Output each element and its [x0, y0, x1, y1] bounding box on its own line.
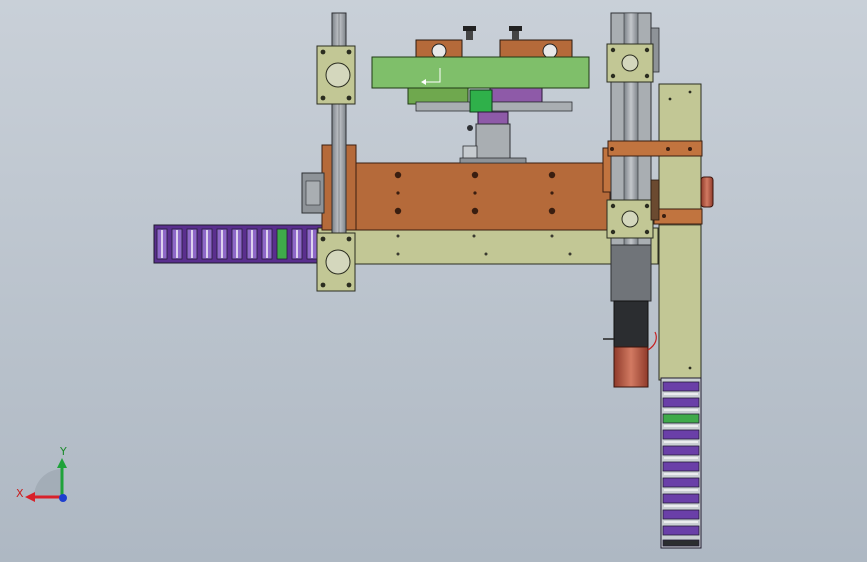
horizontal-cable-chain — [153, 224, 325, 264]
green-top-plate — [371, 56, 590, 89]
cad-viewport[interactable]: Y X — [0, 0, 867, 562]
left-rail-carriage-top — [316, 45, 356, 105]
right-carriage-top — [606, 43, 654, 83]
z-axis-dot — [59, 494, 67, 502]
right-olive-column — [658, 83, 702, 381]
right-end-cap — [700, 176, 714, 208]
left-rail-carriage-bottom — [316, 232, 356, 292]
y-axis-label: Y — [59, 445, 67, 458]
vertical-cable-chain — [660, 377, 702, 549]
x-axis-label: X — [16, 487, 24, 500]
copper-strap-upper — [607, 140, 703, 157]
right-carriage-bottom — [606, 199, 654, 239]
copper-mount-plate — [351, 162, 611, 231]
copper-strap-lower — [653, 208, 703, 225]
